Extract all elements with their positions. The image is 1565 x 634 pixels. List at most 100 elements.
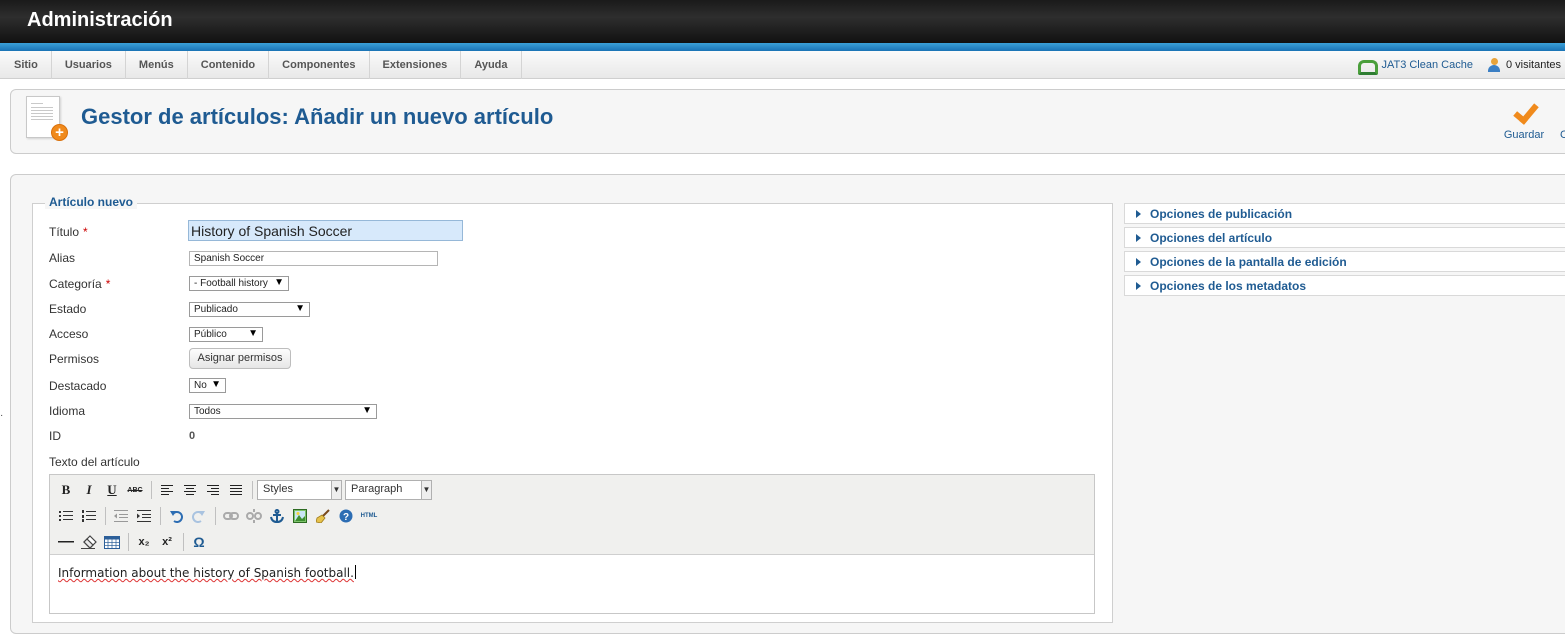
triangle-right-icon xyxy=(1136,258,1141,266)
id-label: ID xyxy=(49,429,61,443)
clean-cache-link[interactable]: JAT3 Clean Cache xyxy=(1357,58,1473,75)
anchor-button[interactable] xyxy=(266,506,288,526)
svg-text:?: ? xyxy=(343,512,349,523)
editor-content[interactable]: Information about the history of Spanish… xyxy=(58,565,356,580)
state-select[interactable]: Publicado ▼ xyxy=(189,302,310,317)
toolbar-separator xyxy=(105,507,106,525)
remove-format-button[interactable] xyxy=(78,532,100,552)
align-center-button[interactable] xyxy=(179,480,201,500)
page-title: Gestor de artículos: Añadir un nuevo art… xyxy=(81,104,554,129)
header-accent-bar xyxy=(0,43,1565,51)
link-button[interactable] xyxy=(220,506,242,526)
recycle-icon xyxy=(1357,58,1379,75)
menu-componentes[interactable]: Componentes xyxy=(269,51,370,79)
undo-button[interactable] xyxy=(165,506,187,526)
special-char-button[interactable]: Ω xyxy=(188,532,210,552)
access-label: Acceso xyxy=(49,327,89,341)
subscript-button[interactable]: x₂ xyxy=(133,532,155,552)
underline-button[interactable]: U xyxy=(101,480,123,500)
triangle-right-icon xyxy=(1136,210,1141,218)
triangle-right-icon xyxy=(1136,234,1141,242)
toolbar-separator xyxy=(183,533,184,551)
alias-input[interactable]: Spanish Soccer xyxy=(189,251,438,266)
undo-icon xyxy=(170,511,183,523)
indent-icon xyxy=(137,510,151,522)
strikethrough-button[interactable]: ABC xyxy=(124,480,146,500)
outdent-button[interactable] xyxy=(110,506,132,526)
category-label: Categoría * xyxy=(49,277,111,291)
featured-select[interactable]: No ▼ xyxy=(189,378,226,393)
html-source-button[interactable]: HTML xyxy=(358,506,380,526)
indent-button[interactable] xyxy=(133,506,155,526)
chevron-down-icon: ▼ xyxy=(295,303,305,314)
align-right-button[interactable] xyxy=(202,480,224,500)
styles-dropdown[interactable]: Styles ▼ xyxy=(257,480,342,500)
panel-metadata-options[interactable]: Opciones de los metadatos xyxy=(1124,275,1565,296)
chevron-down-icon: ▼ xyxy=(274,277,284,288)
toolbar-separator xyxy=(151,481,152,499)
menu-extensiones[interactable]: Extensiones xyxy=(370,51,462,79)
menu-contenido[interactable]: Contenido xyxy=(188,51,270,79)
save-button[interactable]: Guardar xyxy=(1498,100,1550,146)
category-select[interactable]: - Football history ▼ xyxy=(189,276,289,291)
bold-button[interactable]: B xyxy=(55,480,77,500)
redo-button[interactable] xyxy=(188,506,210,526)
chevron-down-icon: ▼ xyxy=(331,481,341,499)
menu-ayuda[interactable]: Ayuda xyxy=(461,51,522,79)
required-mark: * xyxy=(83,225,88,239)
chevron-down-icon: ▼ xyxy=(211,379,221,390)
bullet-list-button[interactable] xyxy=(55,506,77,526)
align-left-icon xyxy=(161,485,173,495)
panel-edit-screen-options[interactable]: Opciones de la pantalla de edición xyxy=(1124,251,1565,272)
unlink-button[interactable] xyxy=(243,506,265,526)
superscript-button[interactable]: x² xyxy=(156,532,178,552)
justify-icon xyxy=(230,485,242,495)
outdent-icon xyxy=(114,510,128,522)
visitors-indicator[interactable]: 0 visitantes xyxy=(1487,58,1561,72)
user-icon xyxy=(1487,58,1501,72)
required-mark: * xyxy=(105,277,111,291)
panel-article-options[interactable]: Opciones del artículo xyxy=(1124,227,1565,248)
horizontal-rule-icon xyxy=(58,541,74,543)
redo-icon xyxy=(192,511,205,523)
align-right-icon xyxy=(207,485,219,495)
language-select[interactable]: Todos ▼ xyxy=(189,404,377,419)
article-add-icon: + xyxy=(26,96,68,141)
menu-menus[interactable]: Menús xyxy=(126,51,188,79)
bullet-list-icon xyxy=(59,511,73,521)
title-input[interactable]: History of Spanish Soccer xyxy=(188,220,463,241)
image-button[interactable] xyxy=(289,506,311,526)
anchor-icon xyxy=(270,509,284,523)
truncated-toolbar-label[interactable]: C xyxy=(1560,129,1565,141)
assign-permissions-button[interactable]: Asignar permisos xyxy=(189,348,291,369)
align-left-button[interactable] xyxy=(156,480,178,500)
alias-label: Alias xyxy=(49,251,76,265)
language-label: Idioma xyxy=(49,404,86,418)
id-value: 0 xyxy=(189,430,196,442)
menu-usuarios[interactable]: Usuarios xyxy=(52,51,126,79)
checkmark-icon xyxy=(1512,100,1538,126)
align-center-icon xyxy=(184,485,196,495)
horizontal-rule-button[interactable] xyxy=(55,532,77,552)
access-select[interactable]: Público ▼ xyxy=(189,327,263,342)
table-button[interactable] xyxy=(101,532,123,552)
save-label: Guardar xyxy=(1503,129,1545,141)
admin-title: Administración xyxy=(27,9,173,31)
italic-button[interactable]: I xyxy=(78,480,100,500)
menu-sitio[interactable]: Sitio xyxy=(0,51,52,79)
help-button[interactable]: ? xyxy=(335,506,357,526)
toolbar-separator xyxy=(160,507,161,525)
cleanup-button[interactable] xyxy=(312,506,334,526)
chevron-down-icon: ▼ xyxy=(248,328,258,339)
fieldset-legend: Artículo nuevo xyxy=(45,195,138,209)
panel-publishing-options[interactable]: Opciones de publicación xyxy=(1124,203,1565,224)
justify-button[interactable] xyxy=(225,480,247,500)
chevron-down-icon: ▼ xyxy=(362,405,372,416)
toolbar-separator xyxy=(252,481,253,499)
paragraph-dropdown[interactable]: Paragraph ▼ xyxy=(345,480,432,500)
admin-header-bar: Administración xyxy=(0,0,1565,43)
numbered-list-icon xyxy=(82,510,96,522)
numbered-list-button[interactable] xyxy=(78,506,100,526)
toolbar-separator xyxy=(215,507,216,525)
state-label: Estado xyxy=(49,302,87,316)
